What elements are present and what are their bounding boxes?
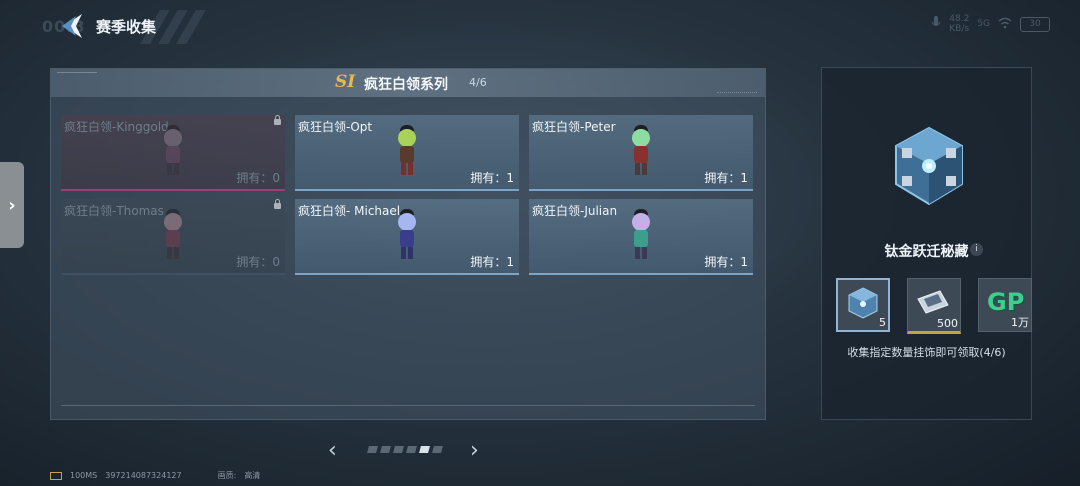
charm-name: 疯狂白领-Julian (532, 204, 618, 218)
microphone-icon (931, 15, 941, 33)
charm-card[interactable]: 疯狂白领- Michael 拥有：1 (295, 199, 519, 275)
page-title: 赛季收集 (96, 18, 157, 36)
page-dot[interactable] (393, 446, 404, 453)
status-bar: 48.2 KB/s 5G 30 (931, 14, 1050, 34)
side-drawer-toggle[interactable]: › (0, 162, 24, 248)
charm-card[interactable]: 疯狂白领-Julian 拥有：1 (529, 199, 753, 275)
charm-name: 疯狂白领- Michael (298, 204, 401, 218)
character-figure (393, 125, 421, 177)
page-indicator (367, 446, 443, 453)
page-dot[interactable] (406, 446, 417, 453)
reward-qty: 500 (937, 317, 958, 330)
page-dot[interactable] (380, 446, 391, 453)
character-figure (159, 125, 187, 177)
reward-qty: 1万 (1011, 316, 1029, 329)
battery-icon (50, 471, 62, 480)
panel-divider (61, 405, 755, 406)
character-figure (393, 209, 421, 261)
page-dot[interactable] (419, 446, 430, 453)
cube-crate-icon (846, 286, 880, 320)
ticket-icon (916, 285, 950, 319)
network-type: 5G (977, 19, 990, 29)
quality-value: 高清 (244, 471, 261, 480)
battery-indicator: 30 (1020, 16, 1050, 32)
header-decoration (57, 72, 97, 77)
charm-name: 疯狂白领-Kinggold (64, 120, 169, 134)
character-figure (627, 125, 655, 177)
charm-card[interactable]: 疯狂白领-Opt 拥有：1 (295, 115, 519, 191)
reward-item[interactable]: 500 (907, 278, 961, 334)
reward-items: 5 500 GP 1万 (836, 278, 1032, 334)
charm-name: 疯狂白领-Opt (298, 120, 373, 134)
reward-panel: 钛金跃迁秘藏 i 5 500 GP 1万 收集指定数量挂饰即可领取(4/6) (821, 67, 1032, 420)
owned-count: 拥有：0 (236, 255, 280, 269)
reward-title: 钛金跃迁秘藏 (884, 244, 969, 260)
reward-description: 收集指定数量挂饰即可领取(4/6) (847, 346, 1006, 359)
prev-page-arrow-icon[interactable]: ‹ (328, 438, 337, 463)
charm-name: 疯狂白领-Thomas (64, 204, 164, 218)
series-logo: SI (335, 72, 356, 92)
character-figure (627, 209, 655, 261)
next-page-arrow-icon[interactable]: › (470, 438, 479, 463)
owned-count: 拥有：1 (470, 171, 514, 185)
back-arrow-icon[interactable] (58, 12, 88, 40)
charm-grid: 疯狂白领-Kinggold 拥有：0 疯狂白领-Opt 拥有：1 疯狂白领-Pe… (61, 115, 755, 275)
series-count: 4/6 (469, 76, 487, 89)
ping: 100MS (70, 471, 98, 480)
info-icon[interactable]: i (970, 243, 983, 256)
footer-info: 100MS 397214087324127 画质: 高清 (50, 470, 260, 481)
reward-qty: 5 (879, 316, 886, 329)
titanium-crate-icon[interactable] (892, 126, 966, 206)
lock-icon (274, 115, 281, 125)
charm-card[interactable]: 疯狂白领-Thomas 拥有：0 (61, 199, 285, 275)
network-speed: 48.2 KB/s (949, 14, 970, 34)
lock-icon (274, 199, 281, 209)
charm-name: 疯狂白领-Peter (532, 120, 616, 134)
page-dot[interactable] (432, 446, 443, 453)
quality-label: 画质: (217, 471, 237, 480)
reward-item[interactable]: 5 (836, 278, 890, 332)
owned-count: 拥有：1 (704, 255, 748, 269)
owned-count: 拥有：1 (470, 255, 514, 269)
series-title: 疯狂白领系列 (364, 77, 448, 93)
reward-item[interactable]: GP 1万 (978, 278, 1032, 332)
user-id: 397214087324127 (105, 471, 182, 480)
charm-card[interactable]: 疯狂白领-Kinggold 拥有：0 (61, 115, 285, 191)
character-figure (159, 209, 187, 261)
charm-card[interactable]: 疯狂白领-Peter 拥有：1 (529, 115, 753, 191)
page-dot[interactable] (367, 446, 378, 453)
chevron-right-icon: › (8, 194, 16, 216)
owned-count: 拥有：0 (236, 171, 280, 185)
owned-count: 拥有：1 (704, 171, 748, 185)
collection-panel: SI 疯狂白领系列 4/6 疯狂白领-Kinggold 拥有：0 疯狂白领-Op… (50, 68, 766, 420)
series-header: SI 疯狂白领系列 4/6 (51, 69, 765, 97)
wifi-icon (998, 17, 1012, 32)
header-decoration (717, 89, 757, 93)
